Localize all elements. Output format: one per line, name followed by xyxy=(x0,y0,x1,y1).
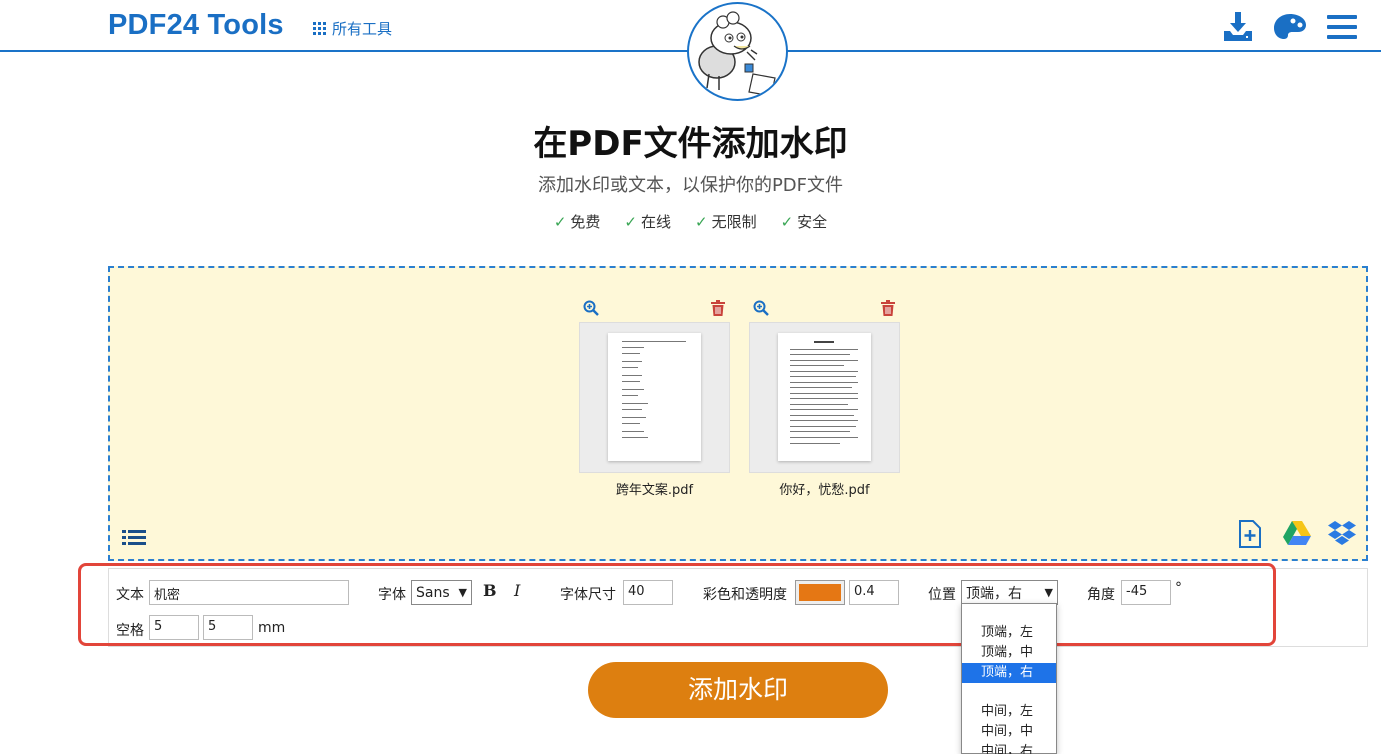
hamburger-menu-icon[interactable] xyxy=(1325,10,1359,44)
palette-icon[interactable] xyxy=(1273,10,1307,44)
checkmark-icon: ✓ xyxy=(780,213,794,231)
brand-logo-text[interactable]: PDF24 Tools xyxy=(108,9,284,42)
page-preview xyxy=(778,333,871,461)
font-select[interactable]: Sans ▼ xyxy=(411,580,472,605)
spacing-x-input[interactable]: 5 xyxy=(149,615,199,640)
all-tools-label: 所有工具 xyxy=(332,20,393,38)
angle-input[interactable]: -45 xyxy=(1121,580,1171,605)
zoom-in-icon[interactable] xyxy=(753,300,769,316)
file-thumbnail[interactable] xyxy=(579,322,730,473)
page-title: 在PDF文件添加水印 xyxy=(533,124,848,164)
checkmark-icon: ✓ xyxy=(695,213,708,231)
checkmark-icon: ✓ xyxy=(553,213,567,231)
degree-unit: ° xyxy=(1175,580,1182,596)
spacing-label: 空格 xyxy=(116,623,144,639)
file-name: 你好，忧愁.pdf xyxy=(779,483,870,498)
list-view-icon[interactable] xyxy=(122,528,146,548)
checkmark-icon: ✓ xyxy=(624,213,637,231)
file-name: 跨年文案.pdf xyxy=(615,483,694,498)
header-actions xyxy=(1221,10,1359,44)
feature-item: ✓ 无限制 xyxy=(695,213,757,231)
feature-item: ✓ 免费 xyxy=(553,213,601,231)
text-label: 文本 xyxy=(116,587,144,603)
zoom-in-icon[interactable] xyxy=(583,300,599,316)
page-preview xyxy=(608,333,701,461)
add-file-icon[interactable] xyxy=(1238,520,1266,548)
position-option-selected[interactable]: 顶端，右 xyxy=(962,663,1056,683)
position-label: 位置 xyxy=(928,587,956,603)
file-card: 你好，忧愁.pdf xyxy=(749,298,900,498)
position-option[interactable]: 顶端，左 xyxy=(962,623,1056,643)
watermark-options-panel: 文本 机密 字体 Sans ▼ B I 字体尺寸 40 彩色和透明度 0.4 位… xyxy=(108,568,1368,647)
position-option[interactable]: 中间，右 xyxy=(962,742,1056,754)
delete-icon[interactable] xyxy=(880,300,896,316)
font-select-value: Sans xyxy=(416,584,450,601)
feature-item: ✓ 安全 xyxy=(780,213,828,231)
color-picker[interactable] xyxy=(795,580,845,605)
chevron-down-icon: ▼ xyxy=(1044,586,1053,599)
feature-item: ✓ 在线 xyxy=(624,213,671,231)
font-label: 字体 xyxy=(378,587,406,603)
font-size-input[interactable]: 40 xyxy=(623,580,673,605)
add-watermark-button[interactable]: 添加水印 xyxy=(588,662,888,718)
font-size-label: 字体尺寸 xyxy=(560,587,616,603)
opacity-input[interactable]: 0.4 xyxy=(849,580,899,605)
file-card: 跨年文案.pdf xyxy=(579,298,730,498)
position-select[interactable]: 顶端，右 ▼ xyxy=(961,580,1058,605)
spacing-unit: mm xyxy=(258,620,286,636)
position-option[interactable]: 中间，左 xyxy=(962,702,1056,722)
position-option[interactable]: 中间，中 xyxy=(962,722,1056,742)
grid-icon xyxy=(313,22,326,35)
bold-button[interactable]: B xyxy=(483,581,497,600)
all-tools-link[interactable]: 所有工具 xyxy=(313,18,392,39)
spacing-y-input[interactable]: 5 xyxy=(203,615,253,640)
angle-label: 角度 xyxy=(1087,587,1115,603)
mascot-logo xyxy=(687,2,788,101)
color-swatch xyxy=(799,584,841,601)
chevron-down-icon: ▼ xyxy=(458,586,467,599)
delete-icon[interactable] xyxy=(710,300,726,316)
file-dropzone[interactable]: 跨年文案.pdf 你好，忧愁.pdf xyxy=(108,266,1368,561)
download-icon[interactable] xyxy=(1221,10,1255,44)
position-select-value: 顶端，右 xyxy=(966,585,1022,602)
google-drive-icon[interactable] xyxy=(1283,520,1311,548)
color-opacity-label: 彩色和透明度 xyxy=(703,587,787,603)
file-thumbnail[interactable] xyxy=(749,322,900,473)
position-option[interactable]: 顶端，中 xyxy=(962,643,1056,663)
watermark-text-input[interactable]: 机密 xyxy=(149,580,349,605)
page-subtitle: 添加水印或文本，以保护你的PDF文件 xyxy=(537,175,844,196)
feature-list: ✓ 免费 ✓ 在线 ✓ 无限制 ✓ 安全 xyxy=(0,211,1381,232)
dropbox-icon[interactable] xyxy=(1328,520,1356,548)
italic-button[interactable]: I xyxy=(514,581,520,600)
position-dropdown-list: 顶端，左 顶端，中 顶端，右 中间，左 中间，中 中间，右 xyxy=(961,603,1057,754)
